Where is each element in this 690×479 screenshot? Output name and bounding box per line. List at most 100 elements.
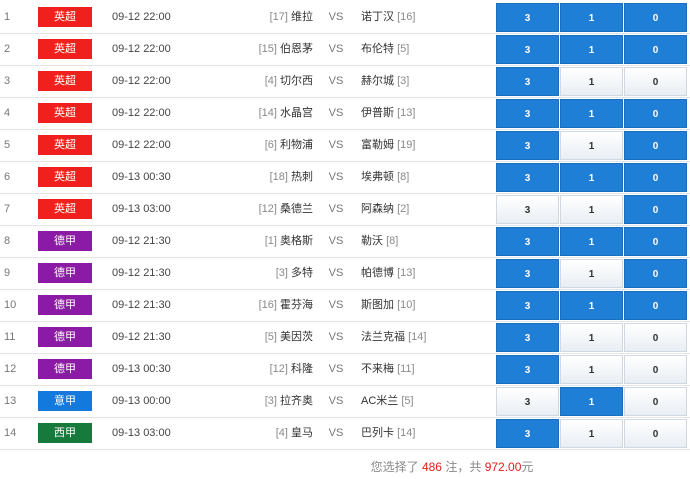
vs-label: VS: [328, 171, 344, 183]
option-loss-button[interactable]: 0: [624, 99, 687, 128]
option-draw-button[interactable]: 1: [560, 387, 623, 416]
option-draw-button[interactable]: 1: [560, 291, 623, 320]
option-win-button[interactable]: 3: [496, 131, 559, 160]
away-team-name: 埃弗顿: [361, 171, 394, 183]
away-rank: [10]: [397, 299, 416, 311]
option-loss-button[interactable]: 0: [624, 291, 687, 320]
home-rank: [16]: [258, 299, 277, 311]
away-rank: [14]: [408, 331, 427, 343]
away-team-name: AC米兰: [361, 395, 399, 407]
match-number: 8: [4, 235, 11, 247]
match-row: 6 英超 09-13 00:30 [18] 热刺 VS 埃弗顿 [8] 3 1 0: [0, 162, 690, 194]
option-draw-button[interactable]: 1: [560, 355, 623, 384]
option-loss-button[interactable]: 0: [624, 163, 687, 192]
match-row: 9 德甲 09-12 21:30 [3] 多特 VS 帕德博 [13] 3 1 0: [0, 258, 690, 290]
away-rank: [14]: [397, 427, 416, 439]
option-draw-button[interactable]: 1: [560, 323, 623, 352]
league-badge: 英超: [38, 103, 92, 123]
option-draw-button[interactable]: 1: [560, 3, 623, 32]
option-win-button[interactable]: 3: [496, 3, 559, 32]
option-draw-button[interactable]: 1: [560, 35, 623, 64]
option-win-button[interactable]: 3: [496, 227, 559, 256]
away-team: 埃弗顿 [8]: [361, 162, 491, 193]
option-win-button[interactable]: 3: [496, 291, 559, 320]
home-team: [3] 多特: [200, 258, 313, 289]
away-team: 斯图加 [10]: [361, 290, 491, 321]
option-loss-button[interactable]: 0: [624, 67, 687, 96]
option-draw-button[interactable]: 1: [560, 99, 623, 128]
vs-label: VS: [328, 299, 344, 311]
option-draw-button[interactable]: 1: [560, 131, 623, 160]
option-win-button[interactable]: 3: [496, 195, 559, 224]
match-row: 7 英超 09-13 03:00 [12] 桑德兰 VS 阿森纳 [2] 3 1 0: [0, 194, 690, 226]
vs-label: VS: [328, 427, 344, 439]
home-team: [17] 维拉: [200, 2, 313, 33]
away-team: 布伦特 [5]: [361, 34, 491, 65]
option-win-button[interactable]: 3: [496, 419, 559, 448]
option-win-button[interactable]: 3: [496, 163, 559, 192]
option-win-button[interactable]: 3: [496, 259, 559, 288]
vs-label: VS: [328, 203, 344, 215]
option-win-button[interactable]: 3: [496, 387, 559, 416]
league-badge: 英超: [38, 199, 92, 219]
option-win-button[interactable]: 3: [496, 323, 559, 352]
option-loss-button[interactable]: 0: [624, 387, 687, 416]
option-draw-button[interactable]: 1: [560, 259, 623, 288]
match-time: 09-12 21:30: [112, 267, 171, 279]
option-win-button[interactable]: 3: [496, 67, 559, 96]
option-loss-button[interactable]: 0: [624, 195, 687, 224]
home-team: [18] 热刺: [200, 162, 313, 193]
match-time: 09-12 22:00: [112, 11, 171, 23]
option-loss-button[interactable]: 0: [624, 227, 687, 256]
option-draw-button[interactable]: 1: [560, 419, 623, 448]
away-team-name: 伊普斯: [361, 107, 394, 119]
away-team: 勒沃 [8]: [361, 226, 491, 257]
option-loss-button[interactable]: 0: [624, 419, 687, 448]
match-row: 1 英超 09-12 22:00 [17] 维拉 VS 诺丁汉 [16] 3 1 0: [0, 2, 690, 34]
away-team-name: 阿森纳: [361, 203, 394, 215]
away-rank: [13]: [397, 107, 416, 119]
match-time: 09-12 22:00: [112, 43, 171, 55]
option-draw-button[interactable]: 1: [560, 227, 623, 256]
home-team: [4] 皇马: [200, 418, 313, 449]
away-rank: [11]: [397, 363, 415, 375]
option-win-button[interactable]: 3: [496, 35, 559, 64]
vs-label: VS: [328, 331, 344, 343]
match-time: 09-12 22:00: [112, 107, 171, 119]
match-selection-table: 1 英超 09-12 22:00 [17] 维拉 VS 诺丁汉 [16] 3 1 0 2 英超 09-…: [0, 0, 690, 479]
option-win-button[interactable]: 3: [496, 99, 559, 128]
home-team: [14] 水晶宫: [200, 98, 313, 129]
option-loss-button[interactable]: 0: [624, 323, 687, 352]
home-rank: [3]: [264, 395, 277, 407]
vs-label: VS: [328, 235, 344, 247]
home-rank: [4]: [264, 75, 277, 87]
away-rank: [3]: [397, 75, 410, 87]
option-draw-button[interactable]: 1: [560, 195, 623, 224]
match-number: 14: [4, 427, 17, 439]
home-rank: [1]: [264, 235, 277, 247]
vs-label: VS: [328, 363, 344, 375]
away-team-name: 赫尔城: [361, 75, 394, 87]
league-badge: 英超: [38, 39, 92, 59]
match-number: 5: [4, 139, 11, 151]
home-rank: [6]: [264, 139, 277, 151]
away-team-name: 诺丁汉: [361, 11, 394, 23]
option-loss-button[interactable]: 0: [624, 131, 687, 160]
home-rank: [12]: [269, 363, 288, 375]
home-rank: [5]: [264, 331, 277, 343]
match-time: 09-13 03:00: [112, 427, 171, 439]
option-draw-button[interactable]: 1: [560, 163, 623, 192]
option-win-button[interactable]: 3: [496, 355, 559, 384]
league-badge: 德甲: [38, 295, 92, 315]
vs-label: VS: [328, 107, 344, 119]
home-team-name: 霍芬海: [280, 299, 313, 311]
selection-summary: 您选择了 486 注，共 972.00元: [0, 456, 690, 478]
option-loss-button[interactable]: 0: [624, 35, 687, 64]
home-rank: [18]: [269, 171, 288, 183]
option-draw-button[interactable]: 1: [560, 67, 623, 96]
home-team-name: 美因茨: [280, 331, 313, 343]
option-loss-button[interactable]: 0: [624, 259, 687, 288]
away-team: 不来梅 [11]: [361, 354, 491, 385]
option-loss-button[interactable]: 0: [624, 355, 687, 384]
option-loss-button[interactable]: 0: [624, 3, 687, 32]
